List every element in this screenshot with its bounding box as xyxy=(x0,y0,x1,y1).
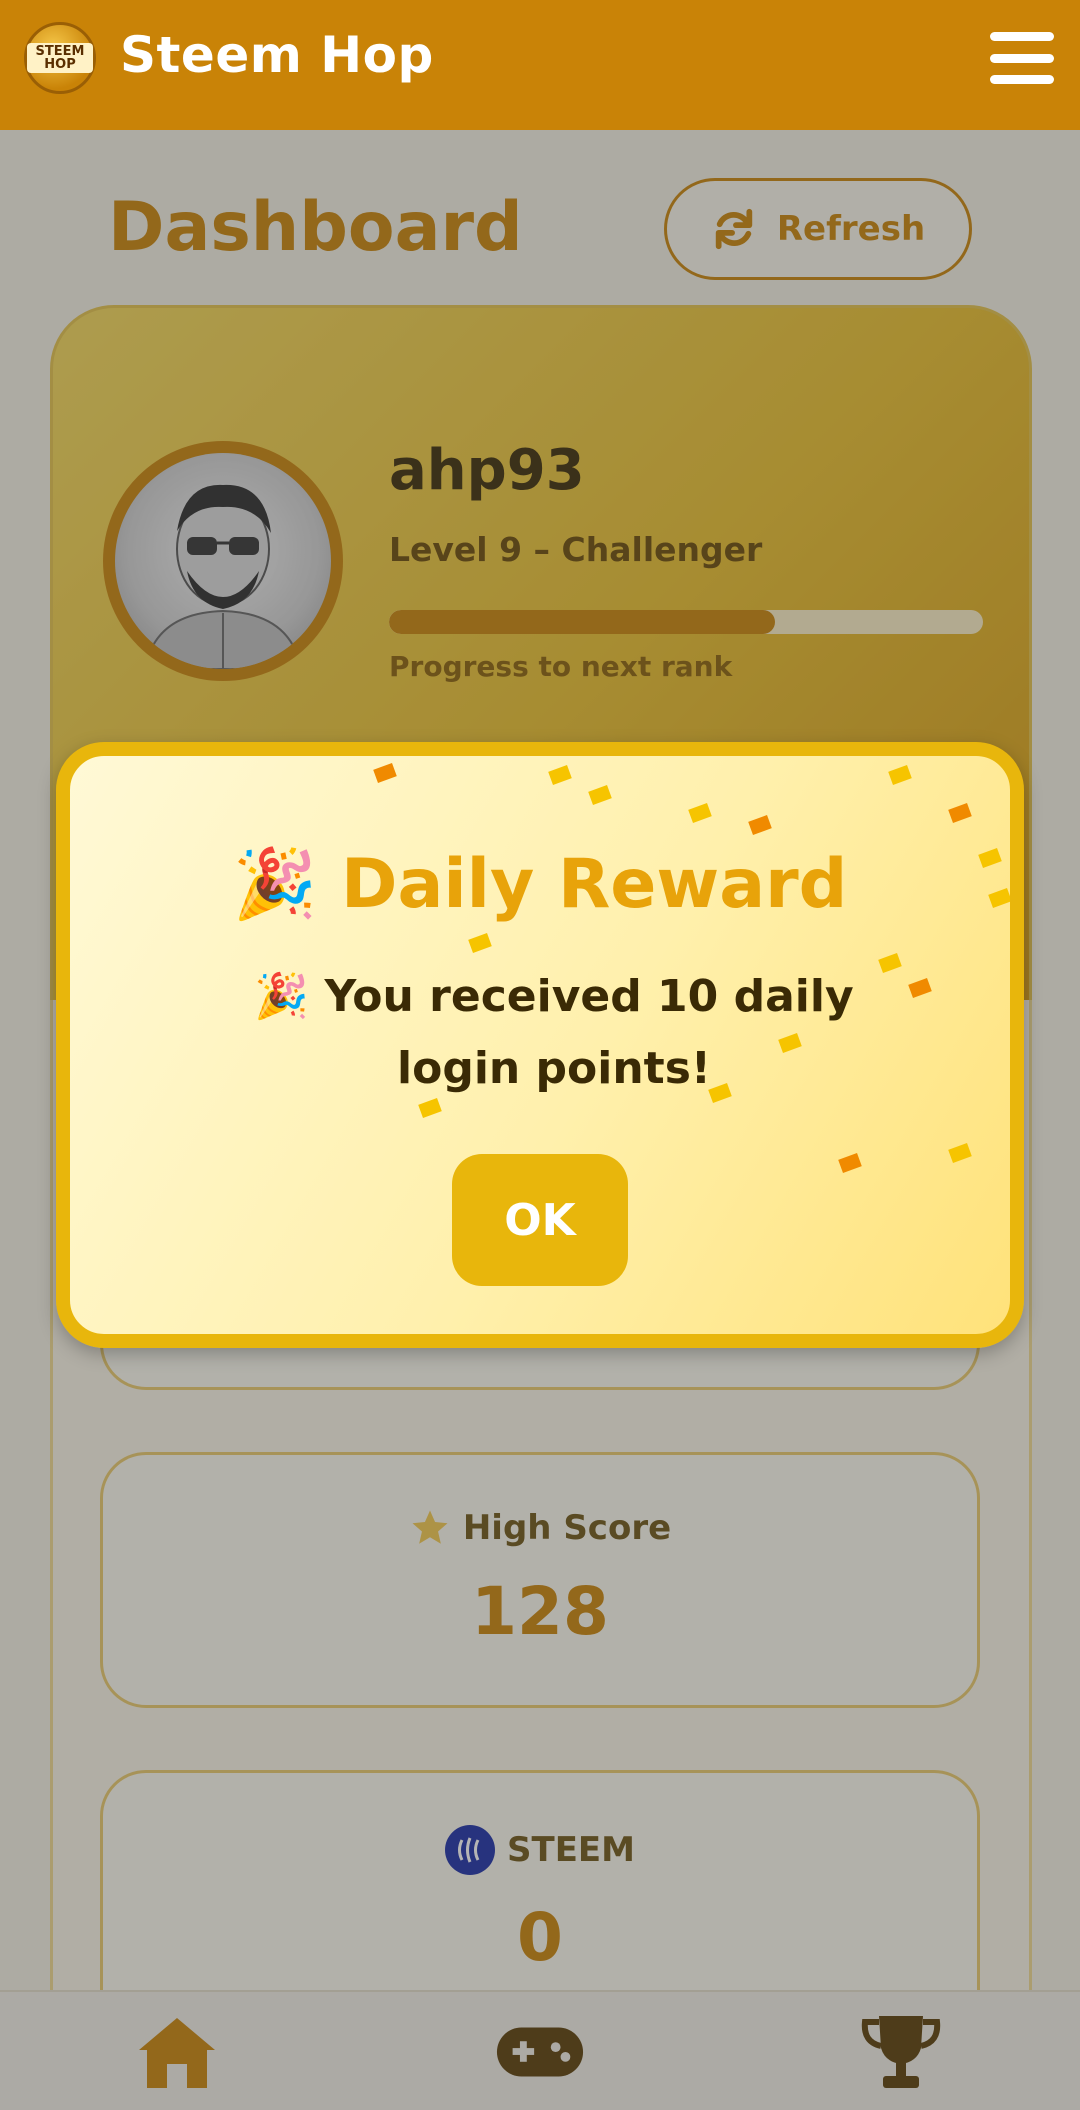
modal-title: 🎉 Daily Reward xyxy=(70,844,1010,924)
confetti xyxy=(688,803,712,823)
confetti xyxy=(948,1143,972,1163)
confetti xyxy=(948,803,972,823)
hamburger-menu-button[interactable] xyxy=(990,28,1054,88)
confetti xyxy=(588,785,612,805)
modal-title-text: Daily Reward xyxy=(341,845,848,924)
app-title: Steem Hop xyxy=(120,26,434,84)
modal-backdrop-nav xyxy=(0,1990,1080,2110)
confetti xyxy=(548,765,572,785)
confetti xyxy=(838,1153,862,1173)
confetti xyxy=(373,763,397,783)
menu-bar xyxy=(990,75,1054,84)
confetti xyxy=(888,765,912,785)
menu-bar xyxy=(990,53,1054,63)
party-popper-icon: 🎉 xyxy=(232,845,318,924)
logo-text: STEEM HOP xyxy=(27,43,93,73)
ok-button[interactable]: OK xyxy=(452,1154,628,1286)
menu-bar xyxy=(990,32,1054,41)
confetti xyxy=(748,815,772,835)
app-header: STEEM HOP Steem Hop xyxy=(0,0,1080,130)
confetti xyxy=(468,933,492,953)
daily-reward-modal: 🎉 Daily Reward 🎉 You received 10 daily l… xyxy=(56,742,1024,1348)
modal-message: 🎉 You received 10 daily login points! xyxy=(254,971,854,1094)
app-logo[interactable]: STEEM HOP xyxy=(24,22,96,94)
